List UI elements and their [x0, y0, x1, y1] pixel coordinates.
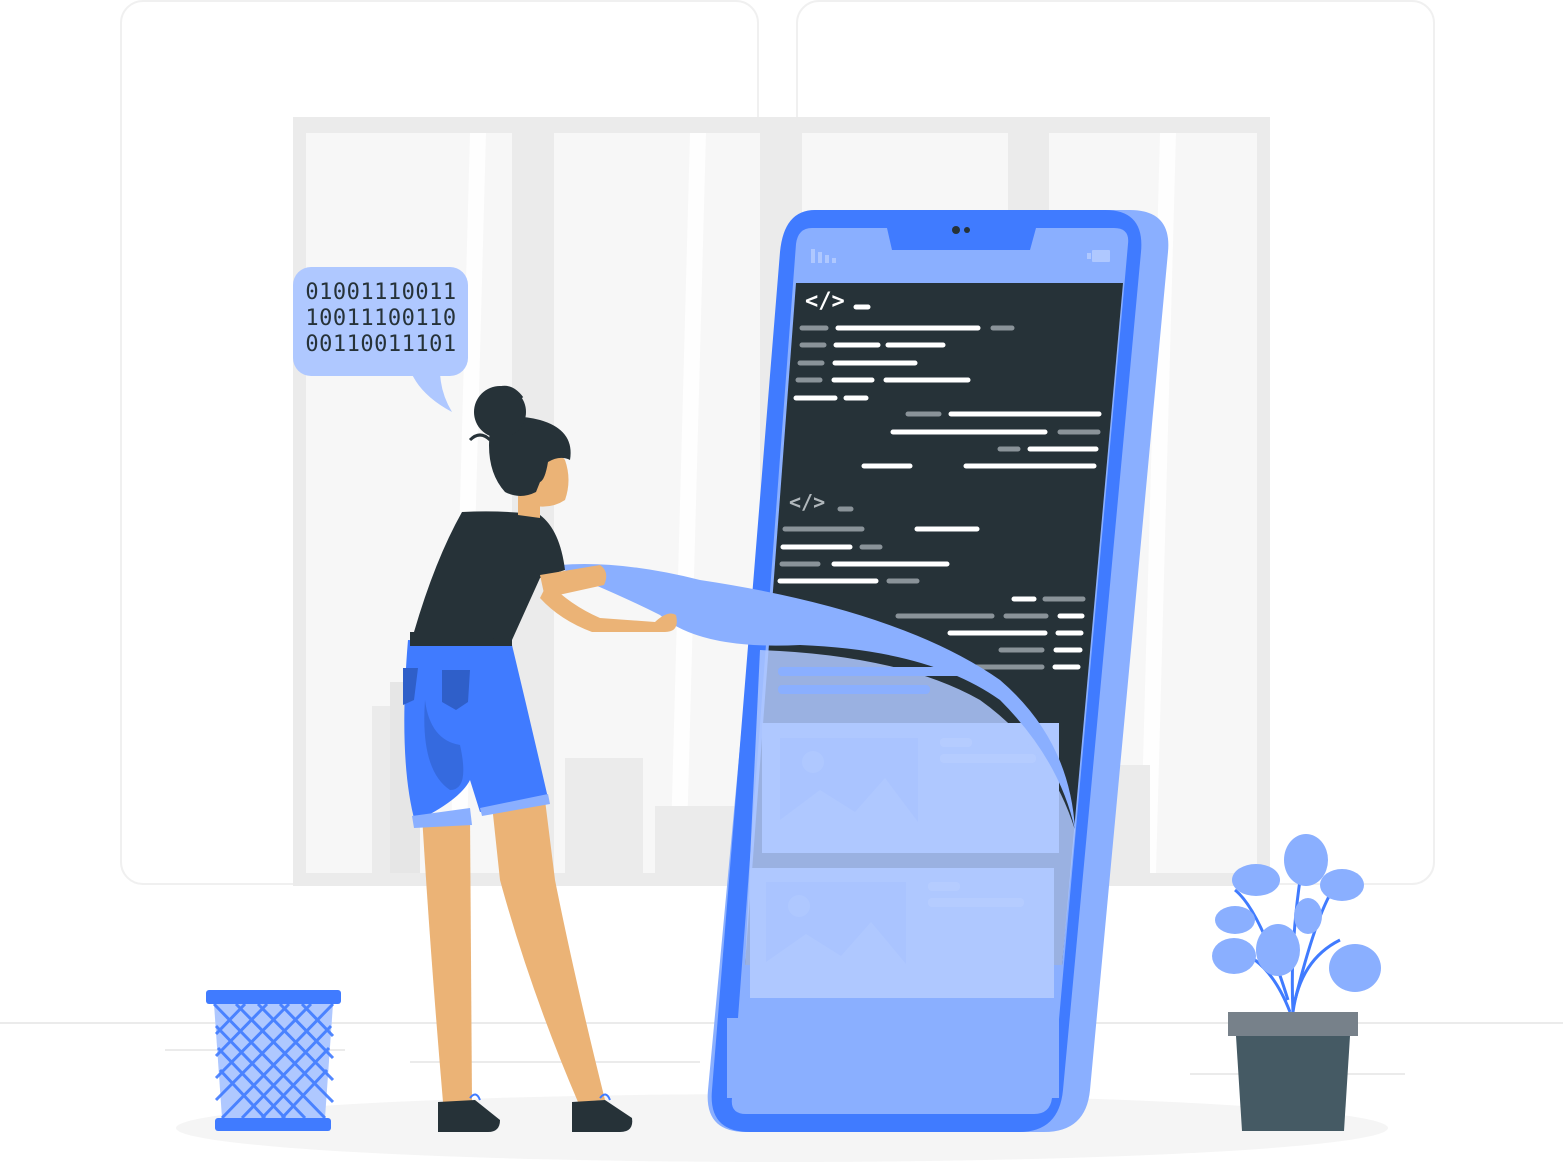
- binary-line: 10011100110: [305, 306, 457, 331]
- code-tag-1: </>: [805, 289, 845, 314]
- potted-plant-icon: [1212, 834, 1381, 1131]
- code-tag-2: </>: [789, 490, 825, 514]
- wastebasket-icon: [206, 990, 341, 1131]
- illustration-scene: </> </>: [0, 0, 1563, 1162]
- binary-line: 00110011101: [305, 332, 457, 357]
- speech-bubble-binary-text: 01001110011 10011100110 00110011101: [296, 280, 466, 358]
- binary-line: 01001110011: [305, 280, 457, 305]
